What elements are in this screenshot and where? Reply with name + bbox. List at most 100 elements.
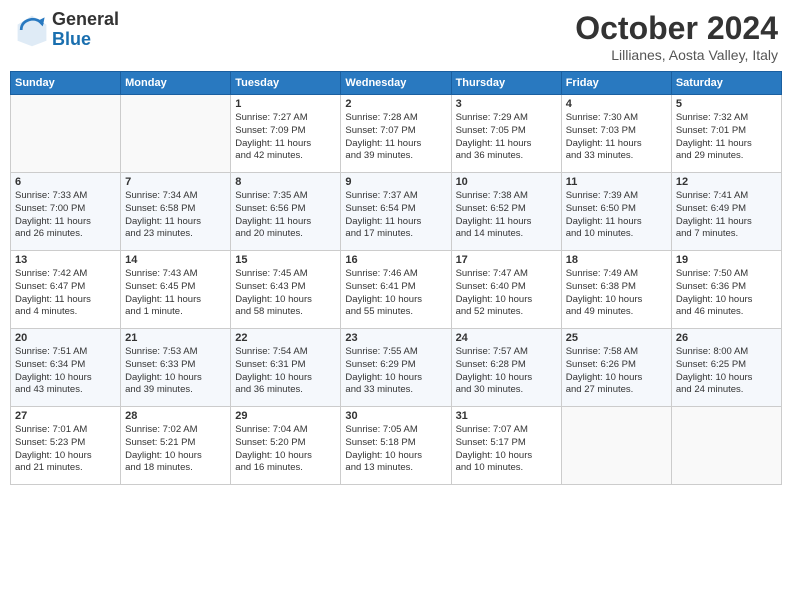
day-number: 3 bbox=[456, 98, 557, 110]
calendar-day-cell: 20Sunrise: 7:51 AM Sunset: 6:34 PM Dayli… bbox=[11, 329, 121, 407]
calendar-day-cell: 5 Sunrise: 7:32 AM Sunset: 7:01 PM Daylig… bbox=[671, 95, 781, 173]
calendar-day-cell: 10Sunrise: 7:38 AM Sunset: 6:52 PM Dayli… bbox=[451, 173, 561, 251]
calendar-day-cell: 23Sunrise: 7:55 AM Sunset: 6:29 PM Dayli… bbox=[341, 329, 451, 407]
day-detail: Sunrise: 8:00 AM Sunset: 6:25 PM Dayligh… bbox=[676, 346, 777, 397]
day-detail: Sunrise: 7:58 AM Sunset: 6:26 PM Dayligh… bbox=[566, 346, 667, 397]
day-number: 16 bbox=[345, 254, 446, 266]
logo-line1: General bbox=[52, 10, 119, 30]
day-number: 5 bbox=[676, 98, 777, 110]
day-detail: Sunrise: 7:45 AM Sunset: 6:43 PM Dayligh… bbox=[235, 268, 336, 319]
weekday-header-cell: Friday bbox=[561, 72, 671, 95]
day-detail: Sunrise: 7:01 AM Sunset: 5:23 PM Dayligh… bbox=[15, 424, 116, 475]
calendar-day-cell: 29 Sunrise: 7:04 AM Sunset: 5:20 PM Dayli… bbox=[231, 407, 341, 485]
day-number: 8 bbox=[235, 176, 336, 188]
day-detail: Sunrise: 7:30 AM Sunset: 7:03 PM Dayligh… bbox=[566, 112, 667, 163]
calendar-week-row: 1 Sunrise: 7:27 AM Sunset: 7:09 PM Daylig… bbox=[11, 95, 782, 173]
calendar-week-row: 6Sunrise: 7:33 AM Sunset: 7:00 PM Daylig… bbox=[11, 173, 782, 251]
day-number: 26 bbox=[676, 332, 777, 344]
calendar-day-cell: 17Sunrise: 7:47 AM Sunset: 6:40 PM Dayli… bbox=[451, 251, 561, 329]
calendar-day-cell: 16 Sunrise: 7:46 AM Sunset: 6:41 PM Dayli… bbox=[341, 251, 451, 329]
calendar-day-cell: 26 Sunrise: 8:00 AM Sunset: 6:25 PM Dayli… bbox=[671, 329, 781, 407]
day-number: 31 bbox=[456, 410, 557, 422]
calendar-day-cell: 8 Sunrise: 7:35 AM Sunset: 6:56 PM Daylig… bbox=[231, 173, 341, 251]
day-number: 11 bbox=[566, 176, 667, 188]
day-detail: Sunrise: 7:49 AM Sunset: 6:38 PM Dayligh… bbox=[566, 268, 667, 319]
day-detail: Sunrise: 7:57 AM Sunset: 6:28 PM Dayligh… bbox=[456, 346, 557, 397]
calendar-day-cell bbox=[561, 407, 671, 485]
logo: General Blue bbox=[14, 10, 119, 50]
title-block: October 2024 Lillianes, Aosta Valley, It… bbox=[575, 10, 778, 63]
weekday-header-cell: Saturday bbox=[671, 72, 781, 95]
calendar-table: SundayMondayTuesdayWednesdayThursdayFrid… bbox=[10, 71, 782, 485]
calendar-day-cell: 14 Sunrise: 7:43 AM Sunset: 6:45 PM Dayli… bbox=[121, 251, 231, 329]
day-detail: Sunrise: 7:35 AM Sunset: 6:56 PM Dayligh… bbox=[235, 190, 336, 241]
weekday-header-cell: Thursday bbox=[451, 72, 561, 95]
weekday-header-cell: Sunday bbox=[11, 72, 121, 95]
day-detail: Sunrise: 7:53 AM Sunset: 6:33 PM Dayligh… bbox=[125, 346, 226, 397]
calendar-day-cell: 19 Sunrise: 7:50 AM Sunset: 6:36 PM Dayli… bbox=[671, 251, 781, 329]
day-detail: Sunrise: 7:33 AM Sunset: 7:00 PM Dayligh… bbox=[15, 190, 116, 241]
day-number: 25 bbox=[566, 332, 667, 344]
calendar-day-cell: 9Sunrise: 7:37 AM Sunset: 6:54 PM Daylig… bbox=[341, 173, 451, 251]
day-detail: Sunrise: 7:07 AM Sunset: 5:17 PM Dayligh… bbox=[456, 424, 557, 475]
day-detail: Sunrise: 7:29 AM Sunset: 7:05 PM Dayligh… bbox=[456, 112, 557, 163]
calendar-day-cell: 4 Sunrise: 7:30 AM Sunset: 7:03 PM Daylig… bbox=[561, 95, 671, 173]
calendar-body: 1 Sunrise: 7:27 AM Sunset: 7:09 PM Daylig… bbox=[11, 95, 782, 485]
calendar-day-cell: 2 Sunrise: 7:28 AM Sunset: 7:07 PM Daylig… bbox=[341, 95, 451, 173]
day-number: 14 bbox=[125, 254, 226, 266]
day-number: 15 bbox=[235, 254, 336, 266]
calendar-day-cell: 15 Sunrise: 7:45 AM Sunset: 6:43 PM Dayli… bbox=[231, 251, 341, 329]
day-detail: Sunrise: 7:43 AM Sunset: 6:45 PM Dayligh… bbox=[125, 268, 226, 319]
day-detail: Sunrise: 7:32 AM Sunset: 7:01 PM Dayligh… bbox=[676, 112, 777, 163]
weekday-header-cell: Wednesday bbox=[341, 72, 451, 95]
day-number: 29 bbox=[235, 410, 336, 422]
calendar-day-cell: 24 Sunrise: 7:57 AM Sunset: 6:28 PM Dayli… bbox=[451, 329, 561, 407]
day-detail: Sunrise: 7:54 AM Sunset: 6:31 PM Dayligh… bbox=[235, 346, 336, 397]
day-detail: Sunrise: 7:28 AM Sunset: 7:07 PM Dayligh… bbox=[345, 112, 446, 163]
day-number: 2 bbox=[345, 98, 446, 110]
day-detail: Sunrise: 7:04 AM Sunset: 5:20 PM Dayligh… bbox=[235, 424, 336, 475]
day-number: 19 bbox=[676, 254, 777, 266]
day-number: 1 bbox=[235, 98, 336, 110]
calendar-week-row: 20Sunrise: 7:51 AM Sunset: 6:34 PM Dayli… bbox=[11, 329, 782, 407]
day-detail: Sunrise: 7:46 AM Sunset: 6:41 PM Dayligh… bbox=[345, 268, 446, 319]
logo-line2: Blue bbox=[52, 30, 119, 50]
day-number: 4 bbox=[566, 98, 667, 110]
day-number: 28 bbox=[125, 410, 226, 422]
day-detail: Sunrise: 7:27 AM Sunset: 7:09 PM Dayligh… bbox=[235, 112, 336, 163]
day-detail: Sunrise: 7:50 AM Sunset: 6:36 PM Dayligh… bbox=[676, 268, 777, 319]
location: Lillianes, Aosta Valley, Italy bbox=[575, 47, 778, 63]
calendar-day-cell: 27 Sunrise: 7:01 AM Sunset: 5:23 PM Dayli… bbox=[11, 407, 121, 485]
calendar-day-cell: 7 Sunrise: 7:34 AM Sunset: 6:58 PM Daylig… bbox=[121, 173, 231, 251]
calendar-day-cell: 21 Sunrise: 7:53 AM Sunset: 6:33 PM Dayli… bbox=[121, 329, 231, 407]
day-detail: Sunrise: 7:47 AM Sunset: 6:40 PM Dayligh… bbox=[456, 268, 557, 319]
day-number: 9 bbox=[345, 176, 446, 188]
day-number: 7 bbox=[125, 176, 226, 188]
day-number: 21 bbox=[125, 332, 226, 344]
day-detail: Sunrise: 7:55 AM Sunset: 6:29 PM Dayligh… bbox=[345, 346, 446, 397]
calendar-day-cell bbox=[671, 407, 781, 485]
calendar-week-row: 13Sunrise: 7:42 AM Sunset: 6:47 PM Dayli… bbox=[11, 251, 782, 329]
day-number: 30 bbox=[345, 410, 446, 422]
day-detail: Sunrise: 7:02 AM Sunset: 5:21 PM Dayligh… bbox=[125, 424, 226, 475]
day-detail: Sunrise: 7:34 AM Sunset: 6:58 PM Dayligh… bbox=[125, 190, 226, 241]
day-number: 24 bbox=[456, 332, 557, 344]
weekday-header-row: SundayMondayTuesdayWednesdayThursdayFrid… bbox=[11, 72, 782, 95]
month-title: October 2024 bbox=[575, 10, 778, 47]
day-number: 18 bbox=[566, 254, 667, 266]
day-detail: Sunrise: 7:05 AM Sunset: 5:18 PM Dayligh… bbox=[345, 424, 446, 475]
calendar-day-cell: 31 Sunrise: 7:07 AM Sunset: 5:17 PM Dayli… bbox=[451, 407, 561, 485]
calendar-day-cell: 18 Sunrise: 7:49 AM Sunset: 6:38 PM Dayli… bbox=[561, 251, 671, 329]
day-number: 20 bbox=[15, 332, 116, 344]
day-detail: Sunrise: 7:41 AM Sunset: 6:49 PM Dayligh… bbox=[676, 190, 777, 241]
calendar-day-cell: 3 Sunrise: 7:29 AM Sunset: 7:05 PM Daylig… bbox=[451, 95, 561, 173]
calendar-day-cell: 11 Sunrise: 7:39 AM Sunset: 6:50 PM Dayli… bbox=[561, 173, 671, 251]
page-header: General Blue October 2024 Lillianes, Aos… bbox=[10, 10, 782, 63]
calendar-day-cell: 6Sunrise: 7:33 AM Sunset: 7:00 PM Daylig… bbox=[11, 173, 121, 251]
day-number: 27 bbox=[15, 410, 116, 422]
calendar-day-cell: 28 Sunrise: 7:02 AM Sunset: 5:21 PM Dayli… bbox=[121, 407, 231, 485]
calendar-week-row: 27 Sunrise: 7:01 AM Sunset: 5:23 PM Dayli… bbox=[11, 407, 782, 485]
calendar-day-cell: 1 Sunrise: 7:27 AM Sunset: 7:09 PM Daylig… bbox=[231, 95, 341, 173]
day-detail: Sunrise: 7:39 AM Sunset: 6:50 PM Dayligh… bbox=[566, 190, 667, 241]
calendar-day-cell bbox=[121, 95, 231, 173]
